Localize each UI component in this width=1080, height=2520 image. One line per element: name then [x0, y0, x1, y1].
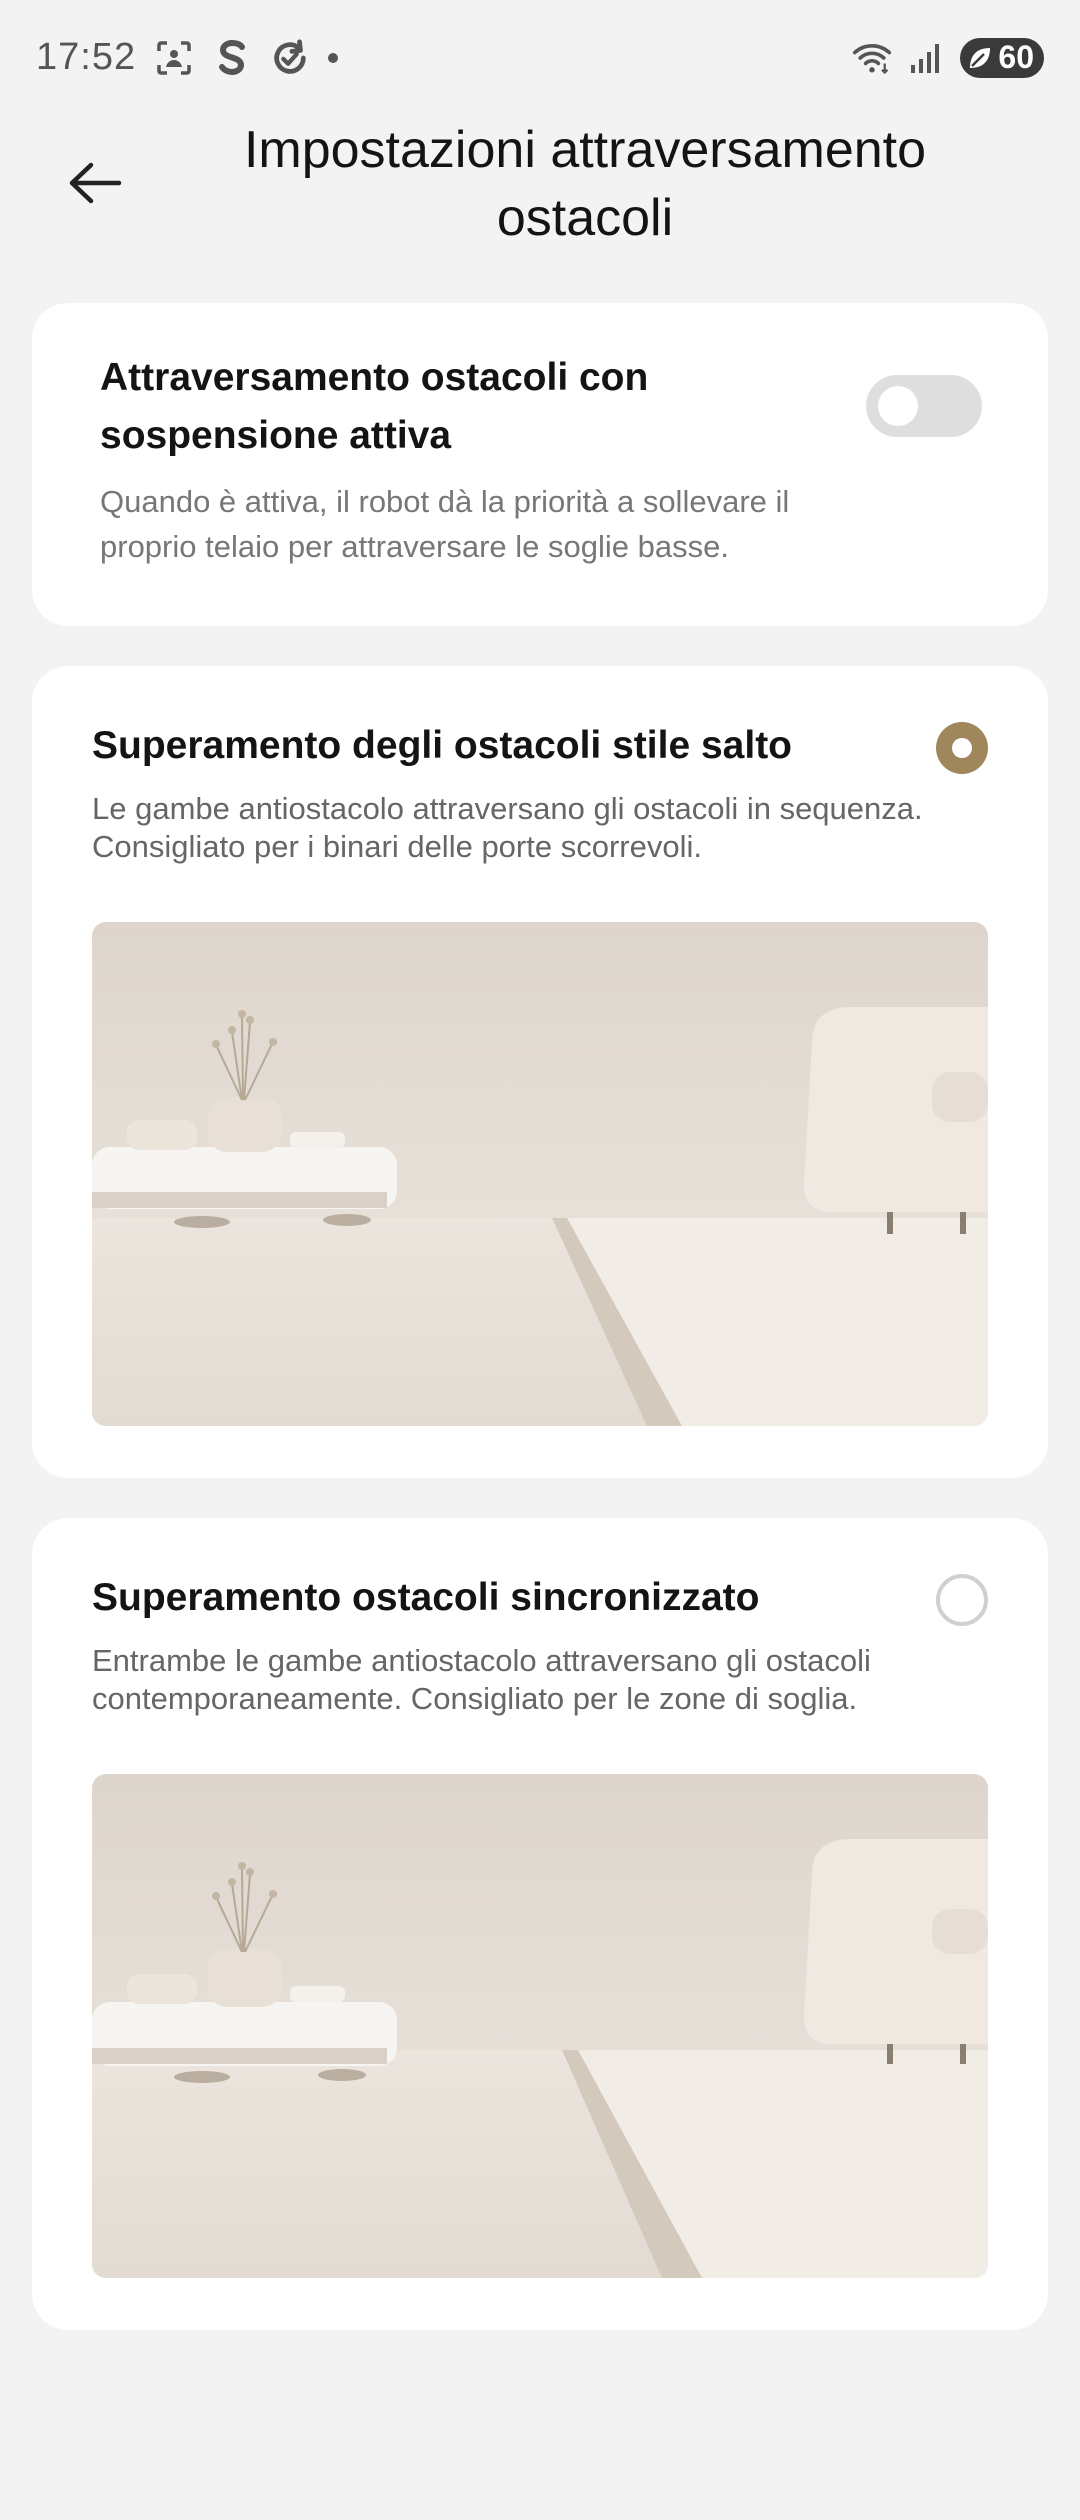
back-button[interactable] — [60, 148, 130, 218]
toggle-knob — [878, 386, 918, 426]
option-description: Entrambe le gambe antiostacolo attravers… — [92, 1643, 871, 1716]
battery-icon: 60 — [960, 37, 1044, 78]
jump-style-illustration — [92, 922, 988, 1426]
status-bar: 17:52 60 — [0, 0, 1080, 115]
option-card-jump[interactable]: Superamento degli ostacoli stile salto L… — [32, 666, 1048, 1478]
back-arrow-icon — [69, 162, 122, 204]
option-card-synchronized[interactable]: Superamento ostacoli sincronizzato Entra… — [32, 1518, 1048, 2330]
s-app-icon — [212, 38, 252, 78]
option-description: Le gambe antiostacolo attraversano gli o… — [92, 791, 923, 864]
radio-jump-selected[interactable] — [936, 722, 988, 774]
status-time: 17:52 — [36, 36, 137, 78]
page-title: Impostazioni attraversamento ostacoli — [243, 121, 927, 247]
header: Impostazioni attraversamento ostacoli — [0, 110, 1080, 260]
battery-level: 60 — [998, 39, 1034, 75]
active-suspension-toggle[interactable] — [866, 375, 982, 437]
radio-synchronized-unselected[interactable] — [936, 1574, 988, 1626]
option-title: Superamento ostacoli sincronizzato — [92, 1576, 760, 1619]
option-title: Superamento degli ostacoli stile salto — [92, 724, 793, 767]
synchronized-illustration — [92, 1774, 988, 2278]
status-left: 17:52 — [36, 36, 339, 79]
dot-icon — [328, 52, 339, 63]
signal-icon — [906, 38, 946, 78]
leaf-icon — [966, 44, 994, 72]
wifi-icon — [852, 38, 892, 78]
active-suspension-description: Quando è attiva, il robot dà la priorità… — [100, 484, 790, 564]
sync-icon — [270, 38, 310, 78]
active-suspension-card: Attraversamento ostacoli con sospensione… — [32, 303, 1048, 626]
screenshot-icon — [154, 38, 194, 78]
active-suspension-title: Attraversamento ostacoli con sospensione… — [100, 356, 649, 457]
status-right: 60 — [852, 37, 1044, 78]
